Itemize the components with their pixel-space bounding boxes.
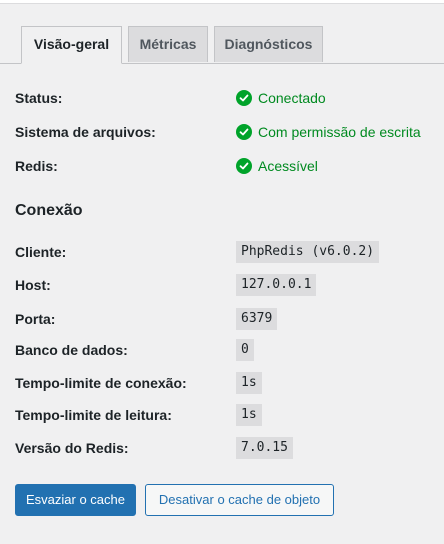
status-text: Conectado — [258, 90, 326, 106]
client-label: Cliente: — [15, 244, 67, 260]
tab-bar: Visão-geral Métricas Diagnósticos — [0, 0, 444, 64]
filesystem-row: Sistema de arquivos: Com permissão de es… — [15, 121, 444, 143]
status-row: Status: Conectado — [15, 87, 444, 109]
connection-heading: Conexão — [15, 202, 83, 219]
filesystem-value: Com permissão de escrita — [236, 121, 421, 143]
read-timeout-value: 1s — [236, 404, 262, 426]
port-value: 6379 — [236, 308, 278, 330]
database-row: Banco de dados: 0 — [15, 339, 444, 361]
connect-timeout-row: Tempo-limite de conexão: 1s — [15, 372, 444, 394]
host-row: Host: 127.0.0.1 — [15, 274, 444, 296]
redis-label: Redis: — [15, 158, 58, 174]
filesystem-text: Com permissão de escrita — [258, 124, 421, 140]
status-value: Conectado — [236, 87, 326, 109]
check-circle-icon — [236, 158, 252, 174]
read-timeout-label: Tempo-limite de leitura: — [15, 407, 172, 423]
filesystem-label: Sistema de arquivos: — [15, 124, 156, 140]
database-value: 0 — [236, 339, 254, 361]
redis-version-row: Versão do Redis: 7.0.15 — [15, 437, 444, 459]
client-row: Cliente: PhpRedis (v6.0.2) — [15, 241, 444, 263]
tab-diagnostics[interactable]: Diagnósticos — [214, 26, 323, 62]
database-label: Banco de dados: — [15, 342, 128, 358]
port-row: Porta: 6379 — [15, 308, 444, 330]
redis-version-value: 7.0.15 — [236, 437, 293, 459]
tab-overview[interactable]: Visão-geral — [21, 26, 122, 64]
client-value: PhpRedis (v6.0.2) — [236, 241, 380, 263]
connect-timeout-label: Tempo-limite de conexão: — [15, 375, 187, 391]
flush-cache-button[interactable]: Esvaziar o cache — [15, 484, 136, 516]
check-circle-icon — [236, 90, 252, 106]
read-timeout-row: Tempo-limite de leitura: 1s — [15, 404, 444, 426]
port-label: Porta: — [15, 311, 56, 327]
host-label: Host: — [15, 277, 51, 293]
host-value: 127.0.0.1 — [236, 274, 317, 296]
tab-metrics[interactable]: Métricas — [128, 26, 208, 62]
redis-text: Acessível — [258, 158, 318, 174]
redis-value: Acessível — [236, 155, 318, 177]
redis-row: Redis: Acessível — [15, 155, 444, 177]
redis-version-label: Versão do Redis: — [15, 440, 129, 456]
check-circle-icon — [236, 124, 252, 140]
disable-object-cache-button[interactable]: Desativar o cache de objeto — [145, 484, 334, 516]
status-label: Status: — [15, 90, 63, 106]
connect-timeout-value: 1s — [236, 372, 262, 394]
